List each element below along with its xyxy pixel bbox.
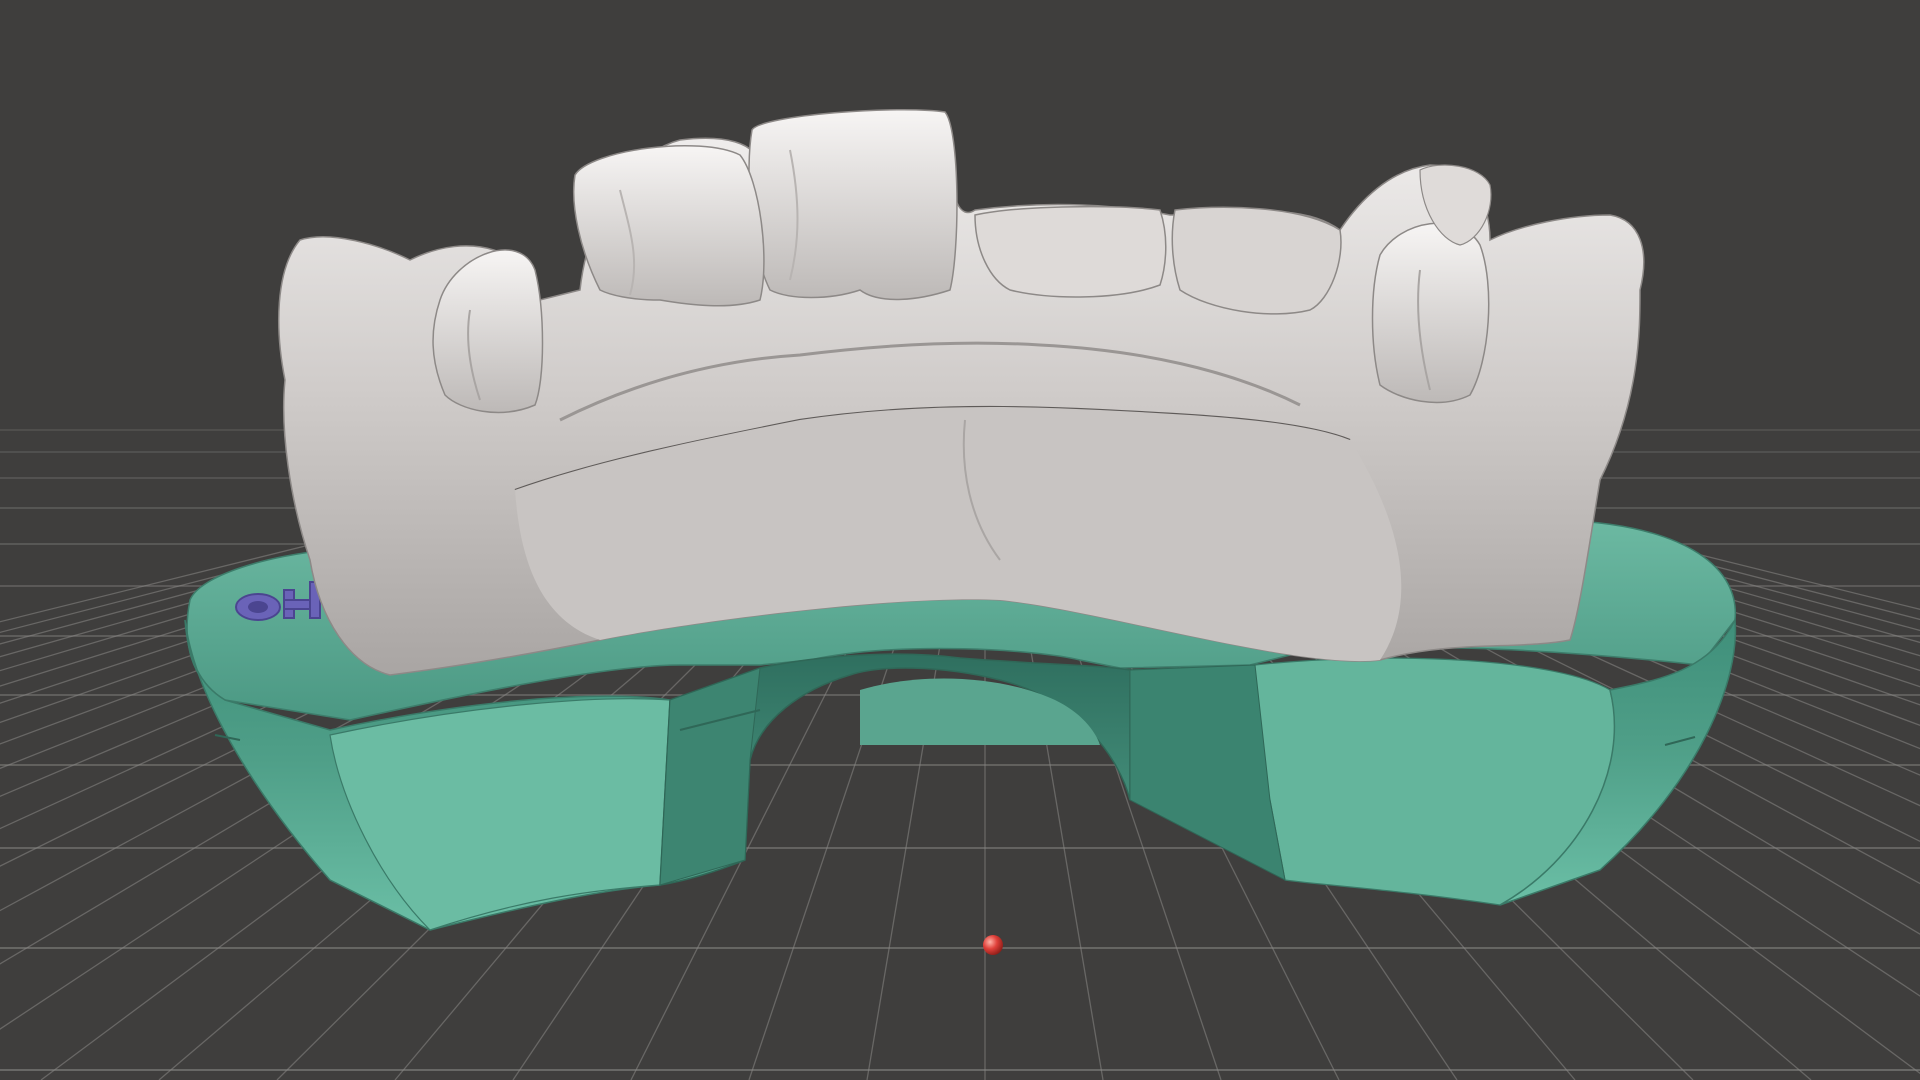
dental-model[interactable]: o4 (184, 108, 1737, 931)
origin-marker (983, 935, 1003, 955)
3d-viewport[interactable]: o4 (0, 0, 1920, 1080)
tooth-left-central-incisor (974, 205, 1167, 298)
tooth-right-central-incisor (748, 108, 958, 301)
tooth-left-canine-abutment (1371, 222, 1490, 404)
tooth-left-lateral-incisor (1171, 206, 1342, 315)
viewport-canvas[interactable]: o4 (0, 0, 1920, 1080)
tooth-right-lateral-incisor (572, 145, 765, 307)
base-tunnel-left-wall (659, 667, 761, 886)
